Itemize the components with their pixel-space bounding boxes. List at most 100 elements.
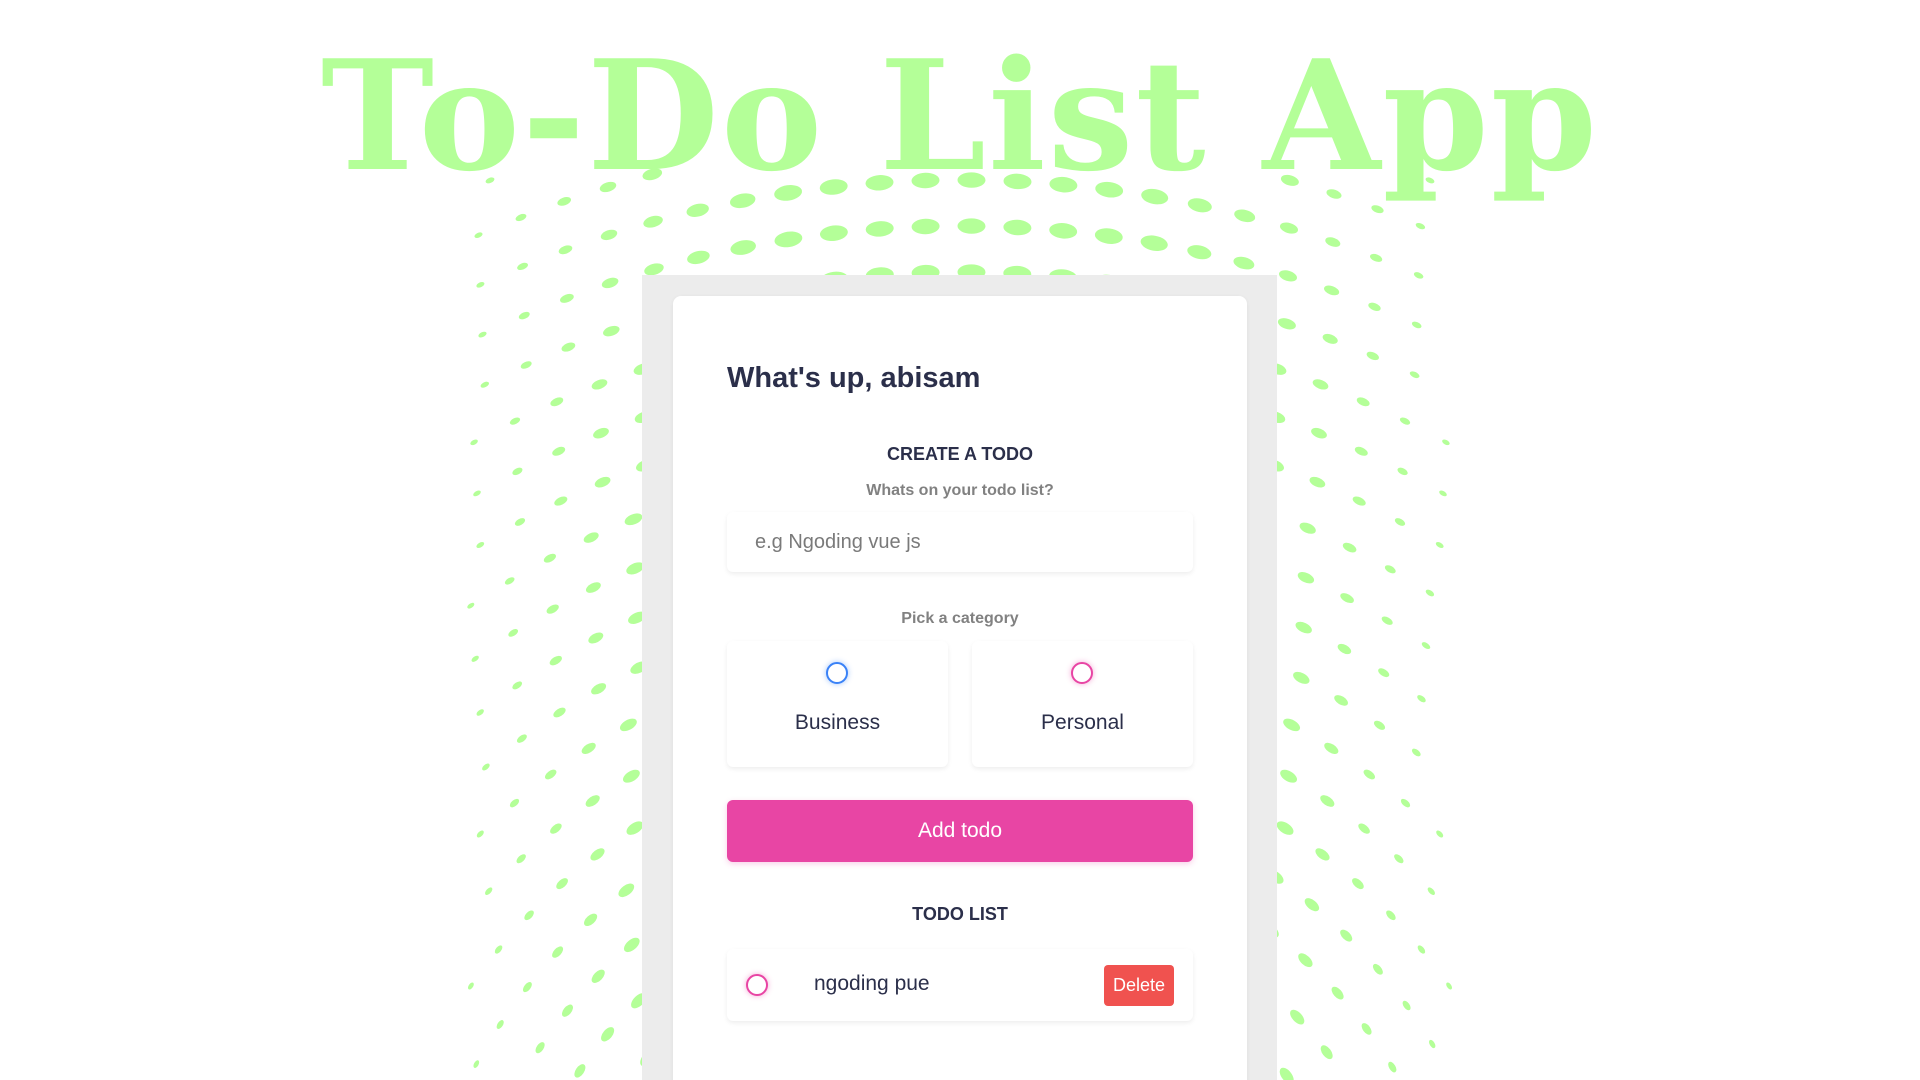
- decorative-dot: [1187, 245, 1212, 260]
- decorative-dot: [1373, 720, 1386, 730]
- decorative-dot: [550, 823, 562, 834]
- decorative-dot: [1402, 1000, 1411, 1011]
- decorative-dot: [1325, 237, 1341, 247]
- decorative-dot: [819, 225, 848, 242]
- category-business-option[interactable]: Business: [727, 641, 948, 767]
- decorative-dot: [591, 969, 605, 983]
- decorative-dot: [601, 1027, 615, 1042]
- decorative-dot: [552, 446, 566, 456]
- decorative-dot: [1003, 219, 1032, 236]
- decorative-dot: [1397, 467, 1408, 476]
- todo-check-circle-icon[interactable]: [746, 974, 768, 996]
- decorative-dot: [1384, 565, 1396, 574]
- decorative-dot: [516, 734, 527, 743]
- decorative-dot: [1446, 982, 1453, 990]
- app-title: To-Do List App: [320, 26, 1600, 205]
- decorative-dot: [1094, 228, 1123, 244]
- decorative-dot: [1324, 742, 1339, 754]
- decorative-dot: [520, 361, 532, 369]
- decorative-dot: [583, 532, 599, 543]
- decorative-dot: [619, 718, 637, 732]
- decorative-dot: [517, 262, 529, 270]
- decorative-dot: [560, 293, 574, 303]
- decorative-dot: [1378, 668, 1390, 678]
- decorative-dot: [1049, 223, 1078, 239]
- decorative-dot: [543, 553, 556, 563]
- decorative-dot: [553, 707, 566, 718]
- decorative-dot: [476, 830, 484, 838]
- decorative-dot: [1421, 642, 1431, 650]
- category-personal-option[interactable]: Personal: [972, 641, 1193, 767]
- category-business-label: Business: [794, 711, 881, 734]
- decorative-dot: [591, 379, 608, 390]
- decorative-dot: [1279, 1067, 1294, 1080]
- decorative-dot: [535, 1042, 545, 1054]
- decorative-dot: [1417, 695, 1426, 703]
- decorative-dot: [1299, 522, 1316, 534]
- delete-button[interactable]: Delete: [1103, 965, 1174, 1006]
- decorative-dot: [1428, 1039, 1436, 1049]
- decorative-dot: [1371, 205, 1384, 214]
- decorative-dot: [1276, 821, 1294, 835]
- decorative-dot: [774, 231, 803, 248]
- decorative-dot: [1295, 621, 1312, 634]
- decorative-dot: [1331, 986, 1344, 1000]
- decorative-dot: [1283, 718, 1301, 732]
- business-radio-icon[interactable]: [826, 662, 848, 684]
- todo-input[interactable]: [727, 512, 1193, 572]
- decorative-dot: [522, 982, 532, 993]
- decorative-dot: [1425, 589, 1435, 597]
- decorative-dot: [550, 397, 564, 407]
- decorative-dot: [554, 496, 568, 506]
- decorative-dot: [594, 476, 611, 488]
- personal-radio-icon[interactable]: [1071, 662, 1093, 684]
- decorative-dot: [1334, 695, 1348, 706]
- decorative-dot: [1293, 671, 1310, 684]
- decorative-dot: [1297, 572, 1315, 584]
- todo-input-label: Whats on your todo list?: [866, 482, 1054, 499]
- decorative-dot: [624, 513, 643, 526]
- add-todo-button[interactable]: Add todo: [727, 800, 1193, 862]
- decorative-dot: [1381, 616, 1393, 625]
- decorative-dot: [561, 342, 576, 352]
- decorative-dot: [1356, 397, 1370, 407]
- decorative-dot: [1417, 945, 1426, 954]
- decorative-dot: [1400, 798, 1411, 808]
- decorative-dot: [518, 311, 530, 320]
- decorative-dot: [1315, 848, 1330, 861]
- decorative-dot: [546, 604, 559, 614]
- decorative-dot: [1363, 769, 1376, 780]
- decorative-dot: [1399, 417, 1411, 425]
- decorative-dot: [1368, 302, 1381, 311]
- decorative-dot: [593, 427, 609, 439]
- decorative-dot: [1278, 270, 1298, 282]
- decorative-dot: [470, 439, 478, 446]
- decorative-dot: [1435, 541, 1444, 549]
- decorative-dot: [590, 848, 605, 861]
- decorative-dot: [467, 982, 474, 990]
- decorative-dot: [1140, 235, 1168, 251]
- decorative-dot: [622, 769, 640, 783]
- decorative-dot: [524, 910, 534, 921]
- decorative-dot: [474, 232, 483, 238]
- decorative-dot: [1340, 929, 1353, 942]
- decorative-dot: [1309, 476, 1326, 488]
- decorative-dot: [473, 490, 481, 497]
- decorative-dot: [1277, 318, 1296, 330]
- decorative-dot: [618, 883, 635, 898]
- todo-item-text[interactable]: ngoding pue: [814, 972, 930, 996]
- todo-card: What's up, abisam CREATE A TODO Whats on…: [673, 296, 1247, 1080]
- decorative-dot: [1324, 285, 1340, 296]
- decorative-dot: [730, 240, 756, 255]
- decorative-dot: [485, 887, 493, 895]
- decorative-dot: [1298, 953, 1313, 968]
- decorative-dot: [1358, 823, 1370, 834]
- decorative-dot: [512, 467, 523, 476]
- category-personal-label: Personal: [1041, 711, 1124, 734]
- decorative-dot: [482, 763, 490, 771]
- decorative-dot: [516, 854, 526, 864]
- decorative-dot: [1312, 379, 1329, 390]
- decorative-dot: [865, 221, 894, 237]
- decorative-dot: [476, 709, 484, 716]
- decorative-dot: [508, 629, 519, 637]
